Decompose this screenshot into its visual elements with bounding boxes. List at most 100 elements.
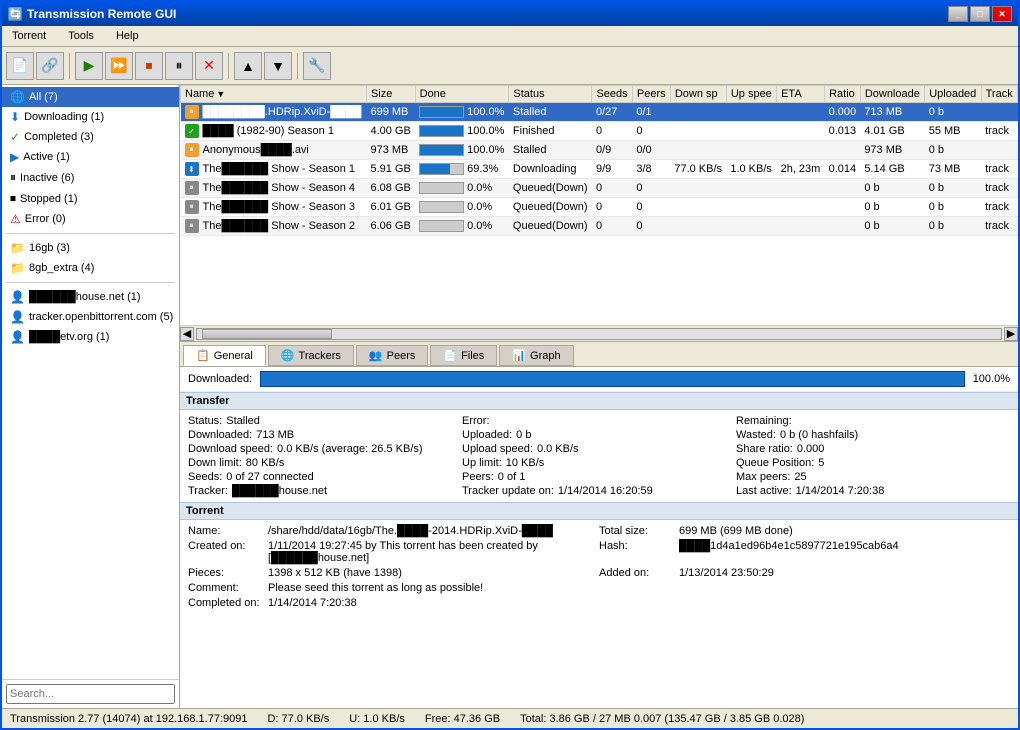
cell-eta: 2h, 23m bbox=[777, 160, 825, 179]
menu-help[interactable]: Help bbox=[110, 28, 145, 44]
tab-peers[interactable]: 👥 Peers bbox=[356, 345, 428, 366]
menu-tools[interactable]: Tools bbox=[62, 28, 100, 44]
sidebar-item-active[interactable]: ▶ Active (1) bbox=[2, 147, 179, 167]
share-ratio-value: 0.000 bbox=[797, 443, 825, 455]
col-eta[interactable]: ETA bbox=[777, 86, 825, 103]
cell-downloaded: 0 b bbox=[860, 217, 924, 236]
cell-seeds: 0/9 bbox=[592, 141, 632, 160]
cell-downspeed bbox=[670, 179, 726, 198]
cell-name: ⬇ The██████ Show - Season 1 bbox=[181, 160, 367, 179]
sidebar-item-stopped[interactable]: ⏹ Stopped (1) bbox=[2, 188, 179, 209]
cell-uploaded: 73 MB bbox=[925, 160, 981, 179]
sidebar-item-tracker2[interactable]: 👤 tracker.openbittorrent.com (5) bbox=[2, 307, 179, 327]
table-row[interactable]: ⏸ ████████.HDRip.XviD-████ 699 MB 100.0%… bbox=[181, 103, 1018, 122]
sidebar-trackers: 👤 ██████house.net (1) 👤 tracker.openbitt… bbox=[2, 285, 179, 349]
minimize-button[interactable]: _ bbox=[948, 6, 968, 22]
row-status-icon: ⏸ bbox=[185, 200, 199, 214]
settings-icon[interactable]: 🔧 bbox=[303, 52, 331, 80]
cell-size: 973 MB bbox=[366, 141, 415, 160]
cell-uploaded: 0 b bbox=[925, 103, 981, 122]
sidebar-label-downloading: Downloading (1) bbox=[24, 111, 104, 123]
cell-ratio: 0.000 bbox=[825, 103, 861, 122]
sidebar-item-completed[interactable]: ✓ Completed (3) bbox=[2, 127, 179, 147]
scroll-right-btn[interactable]: ▶ bbox=[1004, 327, 1018, 341]
col-name[interactable]: Name▼ bbox=[181, 86, 367, 103]
col-track[interactable]: Track bbox=[981, 86, 1017, 103]
col-upspeed[interactable]: Up spee bbox=[726, 86, 776, 103]
cell-track bbox=[981, 141, 1017, 160]
add-url-icon[interactable]: 🔗 bbox=[36, 52, 64, 80]
table-row[interactable]: ⬇ The██████ Show - Season 1 5.91 GB 69.3… bbox=[181, 160, 1018, 179]
cell-seeds: 0 bbox=[592, 217, 632, 236]
status-free: Free: 47.36 GB bbox=[425, 713, 500, 725]
maximize-button[interactable]: □ bbox=[970, 6, 990, 22]
col-uploaded[interactable]: Uploaded bbox=[925, 86, 981, 103]
cell-seeds: 9/9 bbox=[592, 160, 632, 179]
search-input[interactable] bbox=[6, 684, 175, 704]
table-row[interactable]: ✓ ████ (1982-90) Season 1 4.00 GB 100.0%… bbox=[181, 122, 1018, 141]
tab-general[interactable]: 📋 General bbox=[183, 345, 266, 366]
add-torrent-icon[interactable]: 📄 bbox=[6, 52, 34, 80]
col-downloaded[interactable]: Downloade bbox=[860, 86, 924, 103]
tab-trackers[interactable]: 🌐 Trackers bbox=[268, 345, 354, 366]
cell-size: 4.00 GB bbox=[366, 122, 415, 141]
peers-tab-label: Peers bbox=[387, 350, 416, 362]
col-ratio[interactable]: Ratio bbox=[825, 86, 861, 103]
close-button[interactable]: ✕ bbox=[992, 6, 1012, 22]
stop-icon[interactable]: ⏹ bbox=[135, 52, 163, 80]
inactive-icon: ⏸ bbox=[10, 170, 16, 185]
sidebar-item-8gb[interactable]: 📁 8gb_extra (4) bbox=[2, 258, 179, 278]
start-icon[interactable]: ▶ bbox=[75, 52, 103, 80]
menu-torrent[interactable]: Torrent bbox=[6, 28, 52, 44]
table-row[interactable]: ⏸ The██████ Show - Season 3 6.01 GB 0.0%… bbox=[181, 198, 1018, 217]
col-done[interactable]: Done bbox=[415, 86, 509, 103]
cell-downloaded: 0 b bbox=[860, 179, 924, 198]
tab-files[interactable]: 📄 Files bbox=[430, 345, 497, 366]
sidebar-label-inactive: Inactive (6) bbox=[20, 172, 74, 184]
sidebar-item-all[interactable]: 🌐 All (7) bbox=[2, 87, 179, 107]
scroll-left-btn[interactable]: ◀ bbox=[180, 327, 194, 341]
queue-pos-value: 5 bbox=[818, 457, 824, 469]
remove-icon[interactable]: ✕ bbox=[195, 52, 223, 80]
transfer-section-header: Transfer bbox=[180, 392, 1018, 410]
col-status[interactable]: Status bbox=[509, 86, 592, 103]
col-downspeed[interactable]: Down sp bbox=[670, 86, 726, 103]
downloaded-val: 713 MB bbox=[256, 429, 294, 441]
col-seeds[interactable]: Seeds bbox=[592, 86, 632, 103]
error-icon: ⚠ bbox=[10, 212, 21, 226]
move-up-icon[interactable]: ▲ bbox=[234, 52, 262, 80]
hash-value: ████1d4a1ed96b4e1c5897721e195cab6a4 bbox=[679, 539, 1010, 565]
down-limit-value: 80 KB/s bbox=[246, 457, 285, 469]
cell-seeds: 0 bbox=[592, 198, 632, 217]
col-peers[interactable]: Peers bbox=[632, 86, 670, 103]
sidebar-item-error[interactable]: ⚠ Error (0) bbox=[2, 209, 179, 229]
cell-uploaded: 0 b bbox=[925, 198, 981, 217]
scrollbar-thumb[interactable] bbox=[202, 329, 332, 339]
comment-value: Please seed this torrent as long as poss… bbox=[268, 581, 599, 595]
sidebar-item-inactive[interactable]: ⏸ Inactive (6) bbox=[2, 167, 179, 188]
stop-all-icon[interactable]: ⏸ bbox=[165, 52, 193, 80]
move-down-icon[interactable]: ▼ bbox=[264, 52, 292, 80]
tab-graph[interactable]: 📊 Graph bbox=[499, 345, 573, 366]
sidebar-item-downloading[interactable]: ⬇ Downloading (1) bbox=[2, 107, 179, 127]
main-window: 🔄 Transmission Remote GUI _ □ ✕ Torrent … bbox=[0, 0, 1020, 730]
cell-uploaded: 55 MB bbox=[925, 122, 981, 141]
table-row[interactable]: ⏸ The██████ Show - Season 2 6.06 GB 0.0%… bbox=[181, 217, 1018, 236]
sidebar-item-16gb[interactable]: 📁 16gb (3) bbox=[2, 238, 179, 258]
sidebar-item-tracker1[interactable]: 👤 ██████house.net (1) bbox=[2, 287, 179, 307]
cell-eta bbox=[777, 141, 825, 160]
start-all-icon[interactable]: ⏩ bbox=[105, 52, 133, 80]
table-row[interactable]: ⏸ Anonymous████.avi 973 MB 100.0% Stalle… bbox=[181, 141, 1018, 160]
sidebar-item-tracker3[interactable]: 👤 ████etv.org (1) bbox=[2, 327, 179, 347]
torrent-table[interactable]: Name▼ Size Done Status Seeds Peers Down … bbox=[180, 85, 1018, 325]
transfer-col-left: Status:Stalled Downloaded:713 MB Downloa… bbox=[188, 414, 462, 498]
table-row[interactable]: ⏸ The██████ Show - Season 4 6.08 GB 0.0%… bbox=[181, 179, 1018, 198]
download-progress-bar bbox=[260, 371, 964, 387]
toolbar-separator-2 bbox=[228, 53, 229, 79]
cell-track: track bbox=[981, 217, 1017, 236]
statusbar: Transmission 2.77 (14074) at 192.168.1.7… bbox=[2, 708, 1018, 728]
horizontal-scrollbar[interactable] bbox=[196, 328, 1002, 340]
cell-ratio: 0.014 bbox=[825, 160, 861, 179]
horizontal-scrollbar-area: ◀ ▶ bbox=[180, 325, 1018, 341]
col-size[interactable]: Size bbox=[366, 86, 415, 103]
